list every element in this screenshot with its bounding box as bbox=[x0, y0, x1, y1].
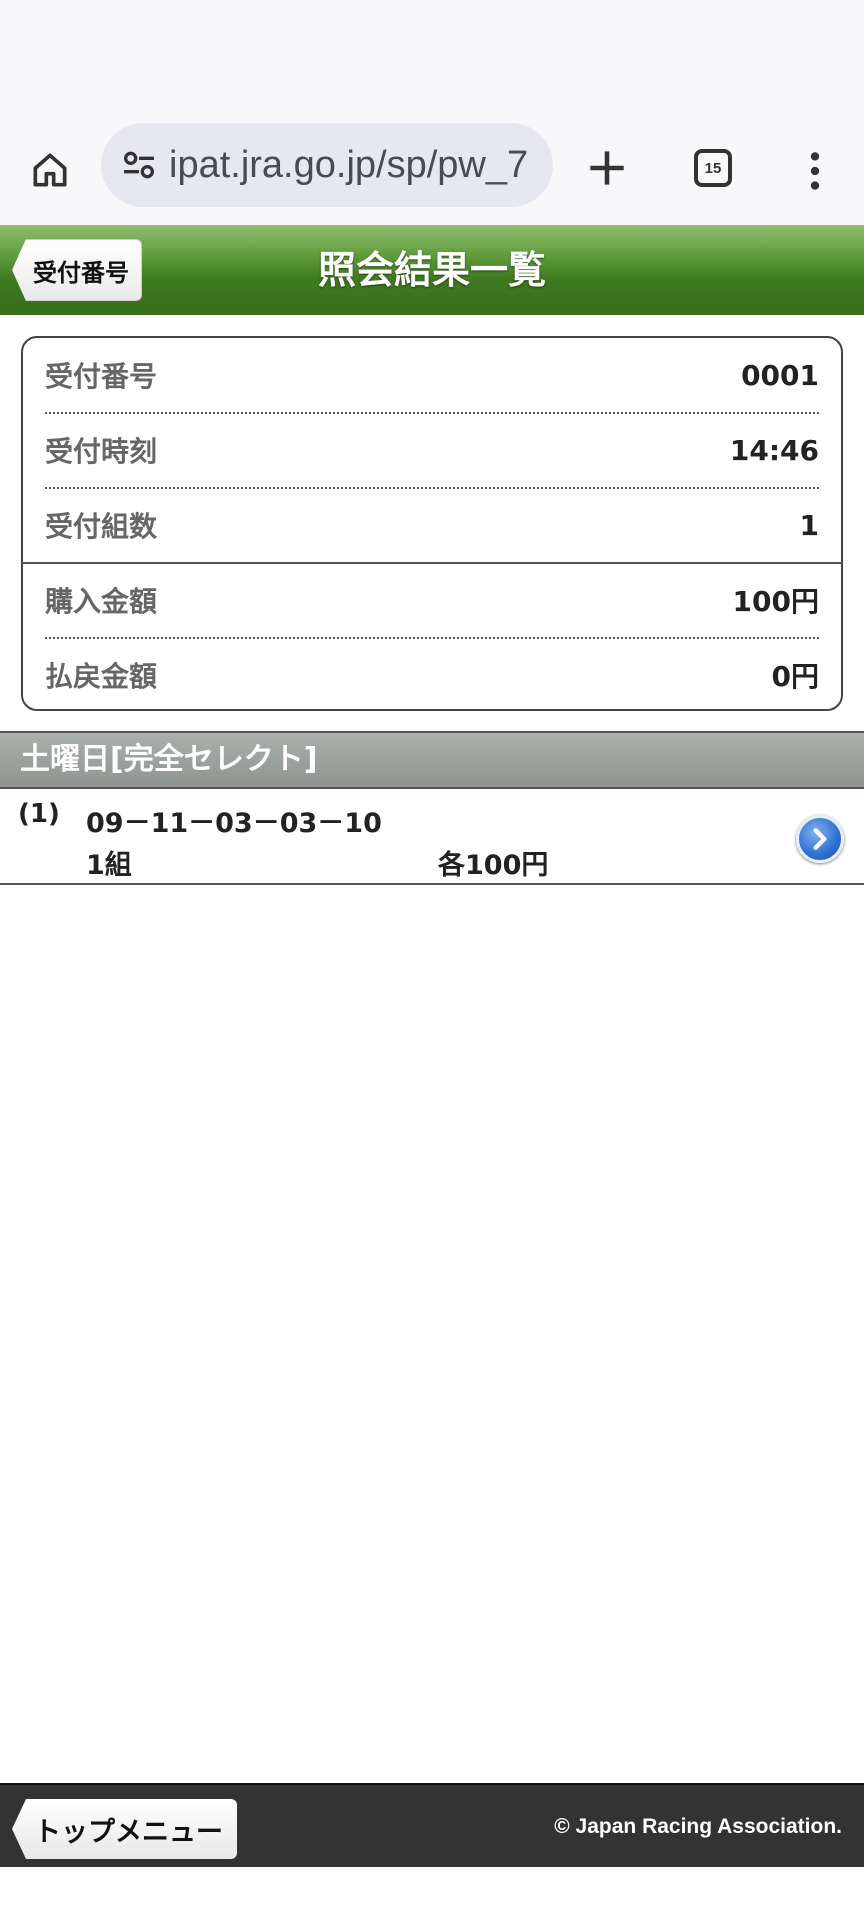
new-tab-icon[interactable] bbox=[582, 143, 632, 193]
site-settings-icon[interactable] bbox=[119, 145, 159, 185]
summary-row-payout-amount: 払戻金額 0円 bbox=[45, 638, 819, 712]
summary-row-purchase-amount: 購入金額 100円 bbox=[45, 563, 819, 637]
more-menu-icon[interactable] bbox=[790, 143, 840, 199]
summary-label: 購入金額 bbox=[45, 585, 158, 618]
summary-label: 受付番号 bbox=[45, 360, 158, 393]
status-bar bbox=[0, 0, 864, 115]
footer: トップメニュー © Japan Racing Association. bbox=[0, 1783, 864, 1867]
summary-row-set-count: 受付組数 1 bbox=[45, 488, 819, 562]
tab-switcher-button[interactable]: 15 bbox=[688, 143, 738, 193]
top-menu-button[interactable]: トップメニュー bbox=[12, 1799, 237, 1859]
summary-label: 払戻金額 bbox=[45, 660, 158, 693]
back-button[interactable]: 受付番号 bbox=[12, 239, 142, 301]
home-icon[interactable] bbox=[22, 142, 78, 198]
bet-list-item[interactable]: (1) 09－11－03－03－10 1組 各100円 bbox=[0, 789, 864, 885]
summary-value: 1 bbox=[799, 508, 819, 542]
summary-value: 0円 bbox=[771, 660, 819, 693]
summary-value: 14:46 bbox=[729, 433, 819, 467]
section-header: 土曜日[完全セレクト] bbox=[0, 731, 864, 789]
bet-combination: 09－11－03－03－10 bbox=[86, 808, 382, 839]
summary-table: 受付番号 0001 受付時刻 14:46 受付組数 1 購入金額 100円 払戻… bbox=[21, 336, 843, 711]
summary-row-reception-time: 受付時刻 14:46 bbox=[45, 413, 819, 487]
bet-number: (1) bbox=[18, 799, 60, 829]
address-bar[interactable]: ipat.jra.go.jp/sp/pw_7 bbox=[101, 123, 553, 207]
tab-count: 15 bbox=[694, 149, 732, 187]
bet-sets: 1組 bbox=[86, 850, 132, 881]
summary-row-reception-number: 受付番号 0001 bbox=[45, 338, 819, 412]
copyright-text: © Japan Racing Association. bbox=[554, 1815, 842, 1838]
summary-label: 受付時刻 bbox=[45, 435, 158, 468]
url-text: ipat.jra.go.jp/sp/pw_7 bbox=[169, 143, 529, 186]
summary-value: 0001 bbox=[741, 358, 819, 392]
summary-label: 受付組数 bbox=[45, 510, 158, 543]
page-header: 照会結果一覧 受付番号 bbox=[0, 225, 864, 315]
bet-amount: 各100円 bbox=[438, 850, 549, 881]
chevron-right-icon[interactable] bbox=[796, 815, 844, 863]
summary-value: 100円 bbox=[732, 585, 819, 618]
browser-toolbar: ipat.jra.go.jp/sp/pw_7 15 bbox=[0, 115, 864, 225]
